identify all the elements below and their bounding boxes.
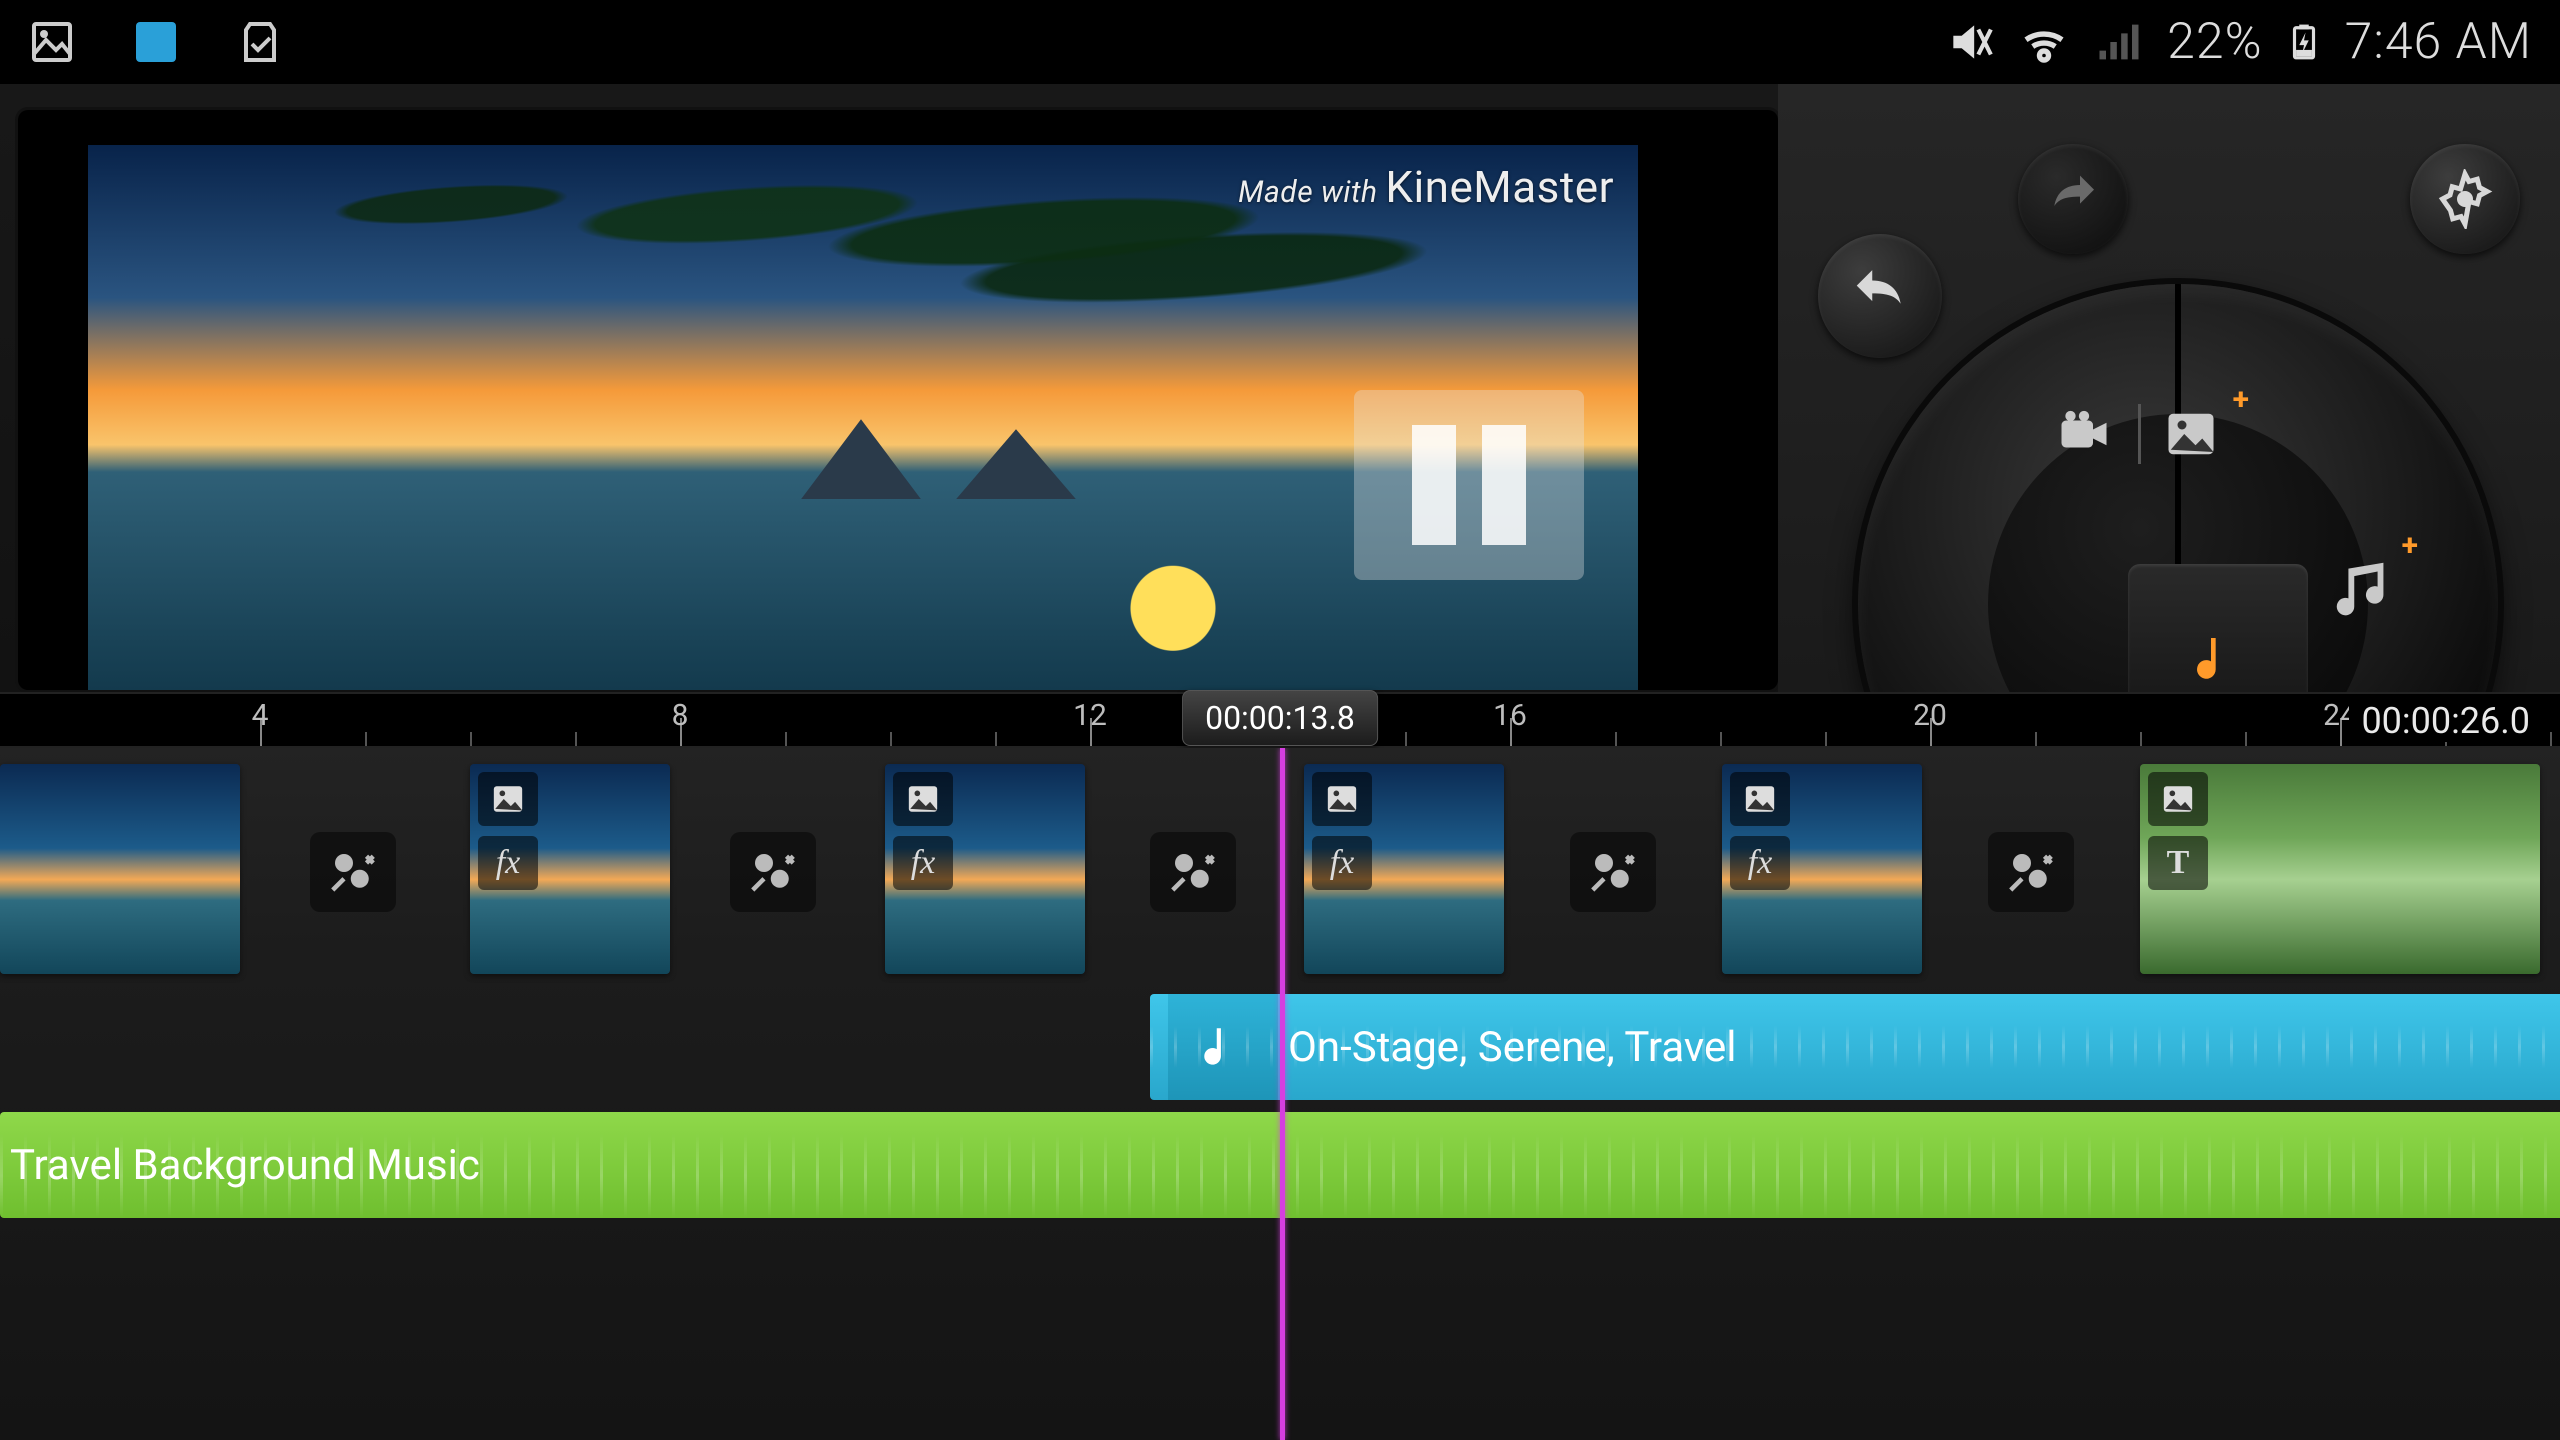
video-clip[interactable]: fx [885,764,1085,974]
battery-text: 22% [2167,13,2262,71]
status-bar-right: 22% 7:46 AM [1945,13,2532,71]
watermark-brand: KineMaster [1385,161,1614,213]
clock-text: 7:46 AM [2345,13,2532,71]
undo-button[interactable] [1818,234,1942,358]
ruler-tick-label: 20 [1913,698,1947,733]
playhead-time-label: 00:00:13.8 [1182,690,1378,746]
image-overlay-icon [2148,772,2208,826]
video-clip[interactable]: T [2140,764,2540,974]
transition-button[interactable] [1988,832,2074,912]
video-clip[interactable]: fx [1304,764,1504,974]
app-icon [132,18,180,66]
status-bar: 22% 7:46 AM [0,0,2560,84]
video-clip[interactable] [0,764,240,974]
ruler-tick-label: 16 [1493,698,1527,733]
audio-track-2-label: Travel Background Music [10,1141,480,1190]
text-overlay-icon: T [2148,836,2208,890]
battery-icon [2285,16,2323,68]
task-icon [236,18,284,66]
image-overlay-icon [1312,772,1372,826]
transition-button[interactable] [1570,832,1656,912]
playhead[interactable] [1280,748,1285,1440]
ruler-tick-label: 4 [252,698,269,733]
image-overlay-icon [893,772,953,826]
watermark: Made with KineMaster [1238,161,1614,213]
audio-track-1-label: On-Stage, Serene, Travel [1288,1023,1736,1072]
settings-button[interactable] [2410,144,2520,254]
add-music-button[interactable]: + [2328,554,2398,624]
image-overlay-icon [478,772,538,826]
transition-button[interactable] [310,832,396,912]
status-bar-left [28,18,284,66]
transition-button[interactable] [730,832,816,912]
fx-overlay-icon: fx [893,836,953,890]
editor-main: Made with KineMaster + [0,84,2560,692]
mute-icon [1945,17,1995,67]
watermark-prefix: Made with [1238,175,1385,210]
video-clip[interactable]: fx [470,764,670,974]
video-clip[interactable]: fx [1722,764,1922,974]
jog-zone: + REC + [1778,84,2560,692]
signal-icon [2093,16,2145,68]
image-overlay-icon [1730,772,1790,826]
time-ruler[interactable]: 4812162024 00:00:13.8 00:00:26.0 [0,692,2560,748]
preview-frame: Made with KineMaster [88,145,1638,690]
fx-overlay-icon: fx [1730,836,1790,890]
fx-overlay-icon: fx [1312,836,1372,890]
audio-track-1[interactable]: On-Stage, Serene, Travel [1150,994,2560,1100]
ruler-tick-label: 8 [672,698,689,733]
music-note-icon [1168,994,1278,1100]
preview-pane[interactable]: Made with KineMaster [18,110,1778,690]
add-media-button[interactable]: + [2048,404,2223,464]
fx-overlay-icon: fx [478,836,538,890]
total-duration: 00:00:26.0 [2349,700,2542,742]
wifi-icon [2017,15,2071,69]
transition-button[interactable] [1150,832,1236,912]
gallery-icon [28,18,76,66]
timeline[interactable]: fx fx fx fx T On-Stage, Serene, Travel Trave… [0,748,2560,1440]
ruler-tick-label: 12 [1073,698,1107,733]
pause-button[interactable] [1354,390,1584,580]
redo-button[interactable] [2018,144,2128,254]
